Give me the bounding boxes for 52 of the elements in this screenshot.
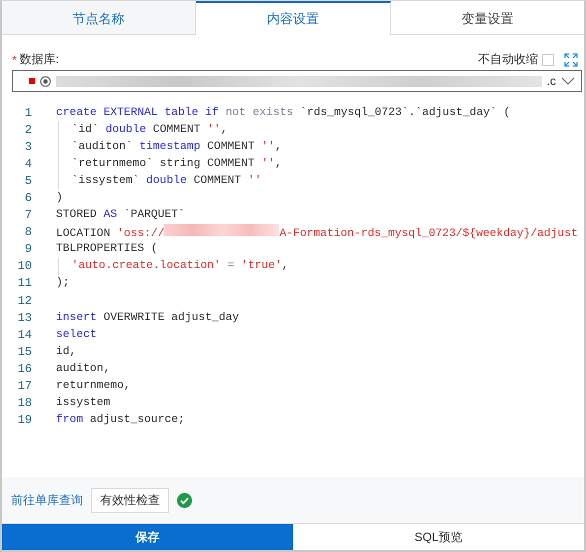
line-number: 8 [24, 225, 32, 240]
line-number: 16 [16, 362, 32, 376]
code-line: LOCATION 'oss:// A-Formation-rds_mysql_0723/${weekday}/adjust [56, 224, 578, 240]
code-line: TBLPROPERTIES ( [56, 243, 158, 256]
code-line: ); [56, 277, 70, 290]
code-line: `returnmemo` string COMMENT '', [72, 158, 282, 170]
line-number: 9 [24, 242, 32, 256]
code-line: create EXTERNAL table if not exists `rds_mysql_0723`.`adjust_day` ( [56, 106, 510, 119]
line-number: 7 [24, 208, 32, 222]
expand-icon[interactable] [564, 52, 578, 66]
chevron-icon [561, 77, 575, 85]
validate-button[interactable]: 有效性检查 [91, 488, 169, 512]
code-line: STORED AS `PARQUET` [56, 209, 185, 222]
code-line: from adjust_source; [56, 414, 185, 426]
line-number: 18 [16, 396, 32, 410]
code-line: returnmemo, [56, 380, 131, 392]
line-number: 12 [16, 294, 32, 308]
line-number: 19 [16, 413, 32, 428]
database-icon [40, 76, 51, 86]
code-line: `id` double COMMENT '', [72, 124, 228, 136]
line-number: 14 [16, 328, 32, 342]
line-number: 11 [16, 276, 32, 290]
code-line: insert OVERWRITE adjust_day [56, 312, 240, 324]
line-number: 15 [16, 344, 32, 359]
query-link[interactable]: 前往单库查询 [11, 492, 83, 508]
code-line: 'auto.create.location' = 'true', [72, 260, 289, 272]
checkbox[interactable] [542, 54, 554, 66]
tab[interactable]: 节点名称 [2, 1, 196, 34]
database-select[interactable]: .c [12, 70, 582, 92]
line-number: 17 [16, 379, 32, 394]
tab[interactable]: 内容设置 [196, 1, 391, 35]
code-line: ) [56, 192, 63, 204]
status-icon [29, 78, 35, 84]
code-line: issystem [56, 397, 110, 410]
line-number: 3 [24, 140, 32, 154]
code-line: `issystem` double COMMENT '' [72, 174, 262, 187]
code-line: auditon, [56, 362, 110, 375]
select-value: .c [546, 74, 556, 88]
line-number: 5 [24, 174, 32, 188]
line-number: 13 [16, 310, 32, 325]
line-number: 6 [24, 191, 32, 206]
save-button[interactable]: 保存 [2, 524, 293, 550]
field-label: 数据库: [20, 51, 60, 68]
line-number: 4 [24, 156, 32, 171]
line-number: 2 [24, 122, 32, 137]
line-number: 1 [24, 106, 32, 120]
code-line: id, [56, 346, 76, 358]
checkbox-label: 不自动收缩 [478, 51, 538, 68]
code-line: `auditon` timestamp COMMENT '', [72, 140, 282, 153]
code-line: select [56, 328, 97, 341]
line-number: 10 [16, 259, 32, 274]
required-mark: * [12, 52, 17, 66]
